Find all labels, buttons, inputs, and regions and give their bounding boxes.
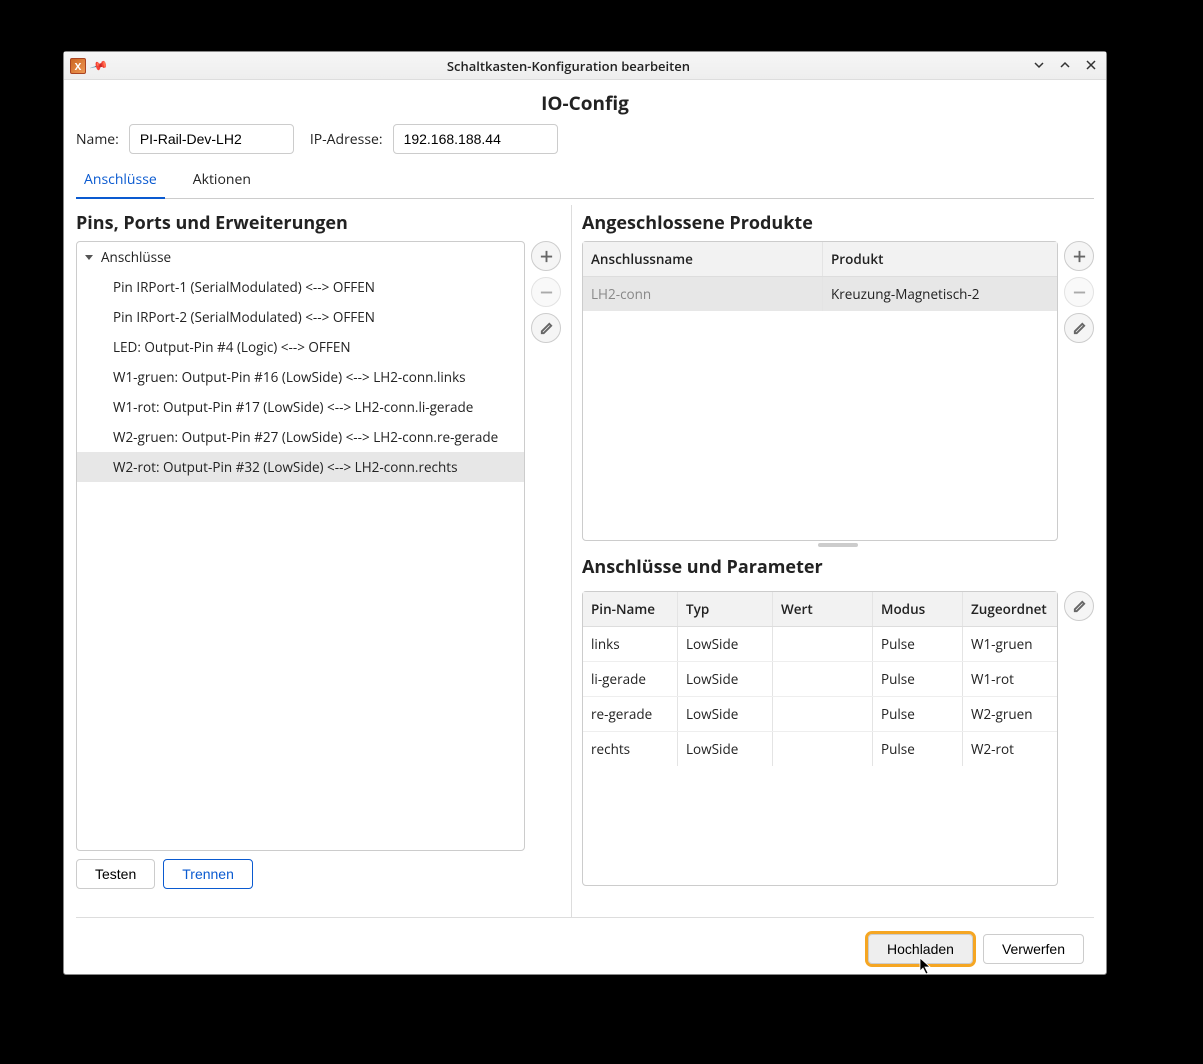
treebox-wrap: Anschlüsse Pin IRPort-1 (SerialModulated…	[76, 241, 561, 851]
params-col-assigned: Zugeordnet	[963, 592, 1057, 626]
params-section-title: Anschlüsse und Parameter	[582, 555, 1094, 579]
cell-type: LowSide	[678, 732, 773, 766]
name-label: Name:	[76, 130, 119, 149]
cell-mode: Pulse	[873, 662, 963, 696]
left-column: Pins, Ports und Erweiterungen Anschlüsse…	[76, 205, 561, 917]
cell-assigned: W1-rot	[963, 662, 1057, 696]
remove-product-button[interactable]	[1064, 277, 1094, 307]
close-button[interactable]	[1082, 57, 1100, 75]
add-connection-button[interactable]	[531, 241, 561, 271]
tree-root-label: Anschlüsse	[101, 248, 171, 266]
name-input[interactable]	[129, 124, 294, 154]
cell-value	[773, 662, 873, 696]
cell-assigned: W2-rot	[963, 732, 1057, 766]
products-table[interactable]: Anschlussname Produkt LH2-connKreuzung-M…	[582, 241, 1058, 541]
params-header: Pin-Name Typ Wert Modus Zugeordnet	[583, 592, 1057, 627]
cell-type: LowSide	[678, 662, 773, 696]
left-button-row: Testen Trennen	[76, 859, 561, 889]
cell-type: LowSide	[678, 627, 773, 661]
upload-button[interactable]: Hochladen	[868, 934, 973, 964]
cell-pin: links	[583, 627, 678, 661]
cell-mode: Pulse	[873, 627, 963, 661]
edit-connection-button[interactable]	[531, 313, 561, 343]
params-col-mode: Modus	[873, 592, 963, 626]
products-col-product: Produkt	[823, 242, 1057, 276]
titlebar-left: X 📌	[70, 57, 107, 74]
window: X 📌 Schaltkasten-Konfiguration bearbeite…	[63, 51, 1107, 975]
left-section-title: Pins, Ports und Erweiterungen	[76, 211, 561, 235]
cell-product: Kreuzung-Magnetisch-2	[823, 277, 1057, 311]
ip-label: IP-Adresse:	[310, 130, 383, 149]
table-row[interactable]: li-geradeLowSide PulseW1-rot	[583, 662, 1057, 697]
cell-mode: Pulse	[873, 732, 963, 766]
form-row: Name: IP-Adresse:	[76, 124, 1094, 154]
products-sidebuttons	[1064, 241, 1094, 541]
cell-type: LowSide	[678, 697, 773, 731]
main-columns: Pins, Ports und Erweiterungen Anschlüsse…	[76, 205, 1094, 917]
products-section-title: Angeschlossene Produkte	[582, 211, 1094, 235]
separate-button[interactable]: Trennen	[163, 859, 253, 889]
params-wrap: Pin-Name Typ Wert Modus Zugeordnet links…	[582, 591, 1094, 886]
titlebar: X 📌 Schaltkasten-Konfiguration bearbeite…	[64, 52, 1106, 80]
edit-param-button[interactable]	[1064, 591, 1094, 621]
add-product-button[interactable]	[1064, 241, 1094, 271]
tree-item[interactable]: LED: Output-Pin #4 (Logic) <--> OFFEN	[77, 332, 524, 362]
tree-item[interactable]: Pin IRPort-1 (SerialModulated) <--> OFFE…	[77, 272, 524, 302]
cursor-icon	[919, 957, 933, 974]
splitter-grip	[818, 543, 858, 547]
tab-actions[interactable]: Aktionen	[185, 164, 259, 198]
footer: Hochladen Verwerfen	[76, 917, 1094, 964]
tree-root[interactable]: Anschlüsse	[77, 242, 524, 272]
tree-item[interactable]: Pin IRPort-2 (SerialModulated) <--> OFFE…	[77, 302, 524, 332]
cell-assigned: W2-gruen	[963, 697, 1057, 731]
params-col-type: Typ	[678, 592, 773, 626]
right-column: Angeschlossene Produkte Anschlussname Pr…	[571, 205, 1094, 917]
cell-pin: re-gerade	[583, 697, 678, 731]
chevron-down-icon	[85, 255, 93, 260]
cell-pin: li-gerade	[583, 662, 678, 696]
table-row[interactable]: LH2-connKreuzung-Magnetisch-2	[583, 277, 1057, 311]
params-sidebuttons	[1064, 591, 1094, 886]
ip-input[interactable]	[393, 124, 558, 154]
params-col-value: Wert	[773, 592, 873, 626]
products-col-name: Anschlussname	[583, 242, 823, 276]
products-header: Anschlussname Produkt	[583, 242, 1057, 277]
minimize-button[interactable]	[1030, 57, 1048, 75]
window-controls	[1030, 57, 1100, 75]
table-row[interactable]: linksLowSide PulseW1-gruen	[583, 627, 1057, 662]
maximize-button[interactable]	[1056, 57, 1074, 75]
params-col-pin: Pin-Name	[583, 592, 678, 626]
tab-connections[interactable]: Anschlüsse	[76, 164, 165, 199]
remove-connection-button[interactable]	[531, 277, 561, 307]
table-row[interactable]: rechtsLowSide PulseW2-rot	[583, 732, 1057, 766]
edit-product-button[interactable]	[1064, 313, 1094, 343]
tabs: Anschlüsse Aktionen	[76, 164, 1094, 199]
cell-value	[773, 732, 873, 766]
tree-sidebuttons	[531, 241, 561, 343]
upload-label: Hochladen	[887, 941, 954, 957]
tree-item[interactable]: W1-rot: Output-Pin #17 (LowSide) <--> LH…	[77, 392, 524, 422]
discard-button[interactable]: Verwerfen	[983, 934, 1084, 964]
cell-name: LH2-conn	[583, 277, 823, 311]
app-icon: X	[70, 58, 86, 74]
cell-pin: rechts	[583, 732, 678, 766]
products-wrap: Anschlussname Produkt LH2-connKreuzung-M…	[582, 241, 1094, 541]
cell-value	[773, 627, 873, 661]
splitter[interactable]	[582, 541, 1094, 549]
table-row[interactable]: re-geradeLowSide PulseW2-gruen	[583, 697, 1057, 732]
page-title: IO-Config	[76, 90, 1094, 116]
cell-value	[773, 697, 873, 731]
test-button[interactable]: Testen	[76, 859, 155, 889]
tree-item[interactable]: W2-gruen: Output-Pin #27 (LowSide) <--> …	[77, 422, 524, 452]
tree-item[interactable]: W2-rot: Output-Pin #32 (LowSide) <--> LH…	[77, 452, 524, 482]
tree-item[interactable]: W1-gruen: Output-Pin #16 (LowSide) <--> …	[77, 362, 524, 392]
content: IO-Config Name: IP-Adresse: Anschlüsse A…	[64, 80, 1106, 974]
cell-assigned: W1-gruen	[963, 627, 1057, 661]
window-title: Schaltkasten-Konfiguration bearbeiten	[107, 57, 1030, 75]
cell-mode: Pulse	[873, 697, 963, 731]
params-table[interactable]: Pin-Name Typ Wert Modus Zugeordnet links…	[582, 591, 1058, 886]
connections-tree[interactable]: Anschlüsse Pin IRPort-1 (SerialModulated…	[76, 241, 525, 851]
